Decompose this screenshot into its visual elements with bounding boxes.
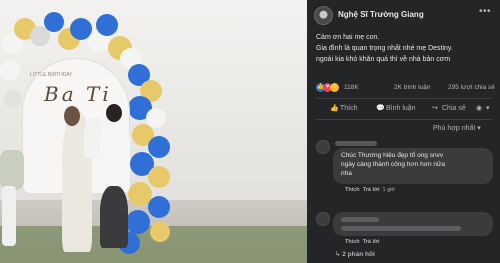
thumbs-up-icon: 👍 — [330, 105, 339, 112]
author-avatar[interactable] — [314, 6, 333, 25]
comment-reply-link[interactable]: Trả lời — [363, 187, 380, 193]
panel-small-text: LITTLE BIRTHDAY — [30, 72, 73, 78]
commenter-avatar[interactable] — [316, 140, 330, 154]
comment-icon: 💬 — [376, 105, 385, 112]
share-label: Chia sẻ — [442, 105, 466, 112]
comment-meta: Thích Trả lời — [345, 239, 379, 245]
comment-button[interactable]: 💬Bình luận — [376, 104, 416, 112]
reply-arrow-icon: ↳ — [335, 251, 341, 258]
post-header: Nghệ Sĩ Trường Giang ••• — [307, 0, 500, 30]
comment-bubble: Chúc Thương hiệu đẹp tổ ong snvv ngày cà… — [333, 148, 493, 184]
blurred-text — [341, 226, 461, 231]
share-count[interactable]: 295 lượt chia sẻ — [448, 84, 495, 91]
post-card: Nghệ Sĩ Trường Giang ••• Cảm ơn hai mẹ c… — [307, 0, 500, 263]
globe-icon: ◉ — [476, 105, 483, 112]
comment-bubble-blurred — [333, 212, 493, 236]
more-dots-icon[interactable]: ••• — [479, 6, 491, 17]
author-name[interactable]: Nghệ Sĩ Trường Giang — [338, 10, 424, 19]
divider — [316, 98, 492, 99]
comment-time: 1 giờ — [382, 187, 396, 193]
post-photo[interactable]: LITTLE BIRTHDAY Ba Ti — [0, 0, 307, 263]
comment-text-line: nha — [341, 170, 352, 177]
caption-line: ngoài kia khó khăn quá thì về nhà bản cơ… — [316, 56, 451, 63]
blurred-text — [341, 217, 379, 222]
comment-meta: Thích Trả lời 1 giờ — [345, 187, 395, 193]
haha-reaction-icon[interactable]: ☺ — [330, 83, 339, 92]
comment-label: Bình luận — [386, 105, 416, 112]
post-actions: 👍Thích 💬Bình luận ↪ Chia sẻ ◉ ▾ — [316, 101, 496, 117]
comment-sort-dropdown[interactable]: Phù hợp nhất ▾ — [433, 124, 481, 132]
reply-count: 2 phản hồi — [342, 251, 375, 258]
comment-text-line: Chúc Thương hiệu đẹp tổ ong snvv — [341, 152, 444, 159]
view-replies-link[interactable]: ↳ 2 phản hồi — [335, 250, 375, 258]
audience-dropdown[interactable]: ◉ ▾ — [476, 104, 490, 112]
like-button[interactable]: 👍Thích — [330, 104, 358, 112]
comment-count[interactable]: 2K bình luận — [394, 84, 431, 91]
post-caption: Cảm ơn hai mẹ con. Gia đình là quan trọn… — [316, 32, 496, 65]
share-button[interactable]: ↪ Chia sẻ — [432, 104, 466, 112]
like-label: Thích — [340, 105, 358, 112]
comment-reply-link[interactable]: Trả lời — [363, 239, 380, 245]
commenter-name-blurred[interactable] — [335, 141, 377, 146]
comment-text-line: ngày càng thành công hơn hơn nữa — [341, 161, 445, 168]
post-stats: 👍 ♥ ☺ 118K 2K bình luận 295 lượt chia sẻ — [316, 83, 496, 95]
comment-like-link[interactable]: Thích — [345, 239, 360, 245]
share-icon: ↪ — [432, 105, 438, 112]
panel-name-text: Ba Ti — [44, 82, 112, 106]
caption-line: Gia đình là quan trọng nhất nhé mẹ Desti… — [316, 45, 453, 52]
divider — [316, 119, 492, 120]
comment-like-link[interactable]: Thích — [345, 187, 360, 193]
commenter-avatar[interactable] — [316, 212, 330, 226]
reaction-count[interactable]: 118K — [344, 84, 359, 91]
caption-line: Cảm ơn hai mẹ con. — [316, 34, 380, 41]
